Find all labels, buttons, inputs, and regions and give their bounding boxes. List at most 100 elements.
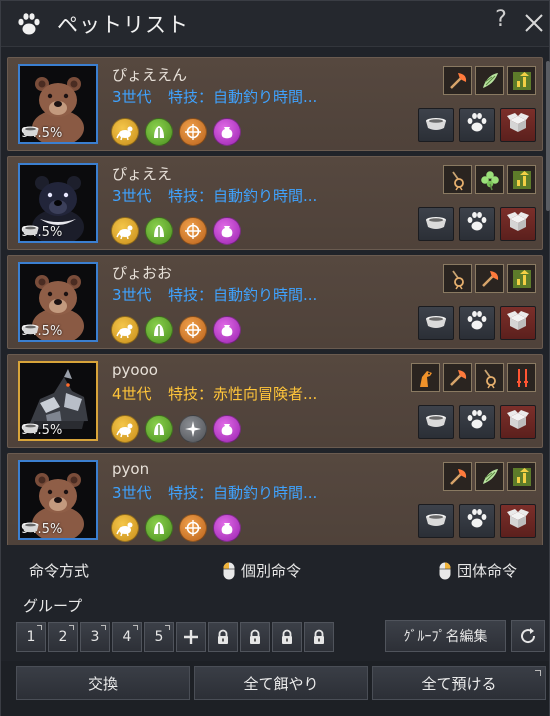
ability-icon[interactable] <box>213 514 241 542</box>
ability-icon[interactable] <box>111 118 139 146</box>
paw-icon <box>18 13 40 35</box>
pet-card[interactable]: 94.5% ぴょおお 3世代 特技：自動釣り時間... <box>7 255 543 349</box>
ability-icon[interactable] <box>179 415 207 443</box>
pet-skill: 特技：赤性向冒険者... <box>168 385 318 403</box>
help-button[interactable]: ? <box>489 7 513 37</box>
locked-slot-2 <box>240 622 270 652</box>
ability-icon[interactable] <box>145 217 173 245</box>
ability-icon[interactable] <box>111 217 139 245</box>
store-button[interactable] <box>500 108 536 142</box>
close-icon[interactable] <box>522 10 546 36</box>
refresh-button[interactable] <box>511 620 545 652</box>
command-button[interactable] <box>459 306 495 340</box>
group-command-option[interactable]: 団体命令 <box>439 560 517 581</box>
command-button[interactable] <box>459 108 495 142</box>
ability-icon[interactable] <box>179 316 207 344</box>
food-bowl-icon <box>22 423 39 434</box>
box-icon <box>505 407 531 437</box>
pet-name: ぴょええ <box>112 165 173 183</box>
ability-icon[interactable] <box>145 415 173 443</box>
ability-icon[interactable] <box>179 514 207 542</box>
ability-icons <box>111 118 241 146</box>
food-bowl-icon <box>22 324 39 335</box>
pet-generation: 3世代 <box>112 88 152 106</box>
ability-icon[interactable] <box>145 118 173 146</box>
axe-icon <box>443 66 472 95</box>
group-slot-1[interactable]: 1 <box>16 622 46 652</box>
ability-icon[interactable] <box>213 316 241 344</box>
ability-icon[interactable] <box>111 514 139 542</box>
trait-icons <box>411 363 536 392</box>
group-slot-4[interactable]: 4 <box>112 622 142 652</box>
hunger-indicator: 94.5% <box>21 422 62 438</box>
ability-icon[interactable] <box>179 118 207 146</box>
hunger-indicator: 94.5% <box>21 224 62 240</box>
feed-button[interactable] <box>418 504 454 538</box>
scrollbar[interactable] <box>546 61 550 211</box>
group-slot-3[interactable]: 3 <box>80 622 110 652</box>
mouse-right-icon <box>439 562 451 579</box>
edit-group-name-button[interactable]: ｸﾞﾙｰﾌﾟ名編集 <box>385 620 506 652</box>
window-title: ペットリスト <box>57 13 189 37</box>
ability-icons <box>111 217 241 245</box>
individual-command-option[interactable]: 個別命令 <box>223 560 301 581</box>
store-button[interactable] <box>500 405 536 439</box>
feed-button[interactable] <box>418 405 454 439</box>
group-slot-5[interactable]: 5 <box>144 622 174 652</box>
food-bowl-icon <box>22 225 39 236</box>
store-button[interactable] <box>500 207 536 241</box>
ability-icon[interactable] <box>213 415 241 443</box>
command-button[interactable] <box>459 207 495 241</box>
locked-slot-1 <box>208 622 238 652</box>
axe-icon <box>443 363 472 392</box>
ability-icon[interactable] <box>145 316 173 344</box>
ability-icons <box>111 415 241 443</box>
ability-icon[interactable] <box>145 514 173 542</box>
pet-card[interactable]: 94.5% ぴょええ 3世代 特技：自動釣り時間... <box>7 156 543 250</box>
store-button[interactable] <box>500 504 536 538</box>
store-button[interactable] <box>500 306 536 340</box>
ability-icon[interactable] <box>179 217 207 245</box>
ability-icon[interactable] <box>111 316 139 344</box>
feed-button[interactable] <box>418 207 454 241</box>
hunger-indicator: 94.5% <box>21 521 62 537</box>
level-up-icon <box>507 66 536 95</box>
exchange-button[interactable]: 交換 <box>16 666 190 700</box>
locked-slot-3 <box>272 622 302 652</box>
hunger-indicator: 94.5% <box>21 125 62 141</box>
pet-portrait[interactable]: 94.5% <box>18 361 98 441</box>
feed-button[interactable] <box>418 108 454 142</box>
pet-card[interactable]: 94.5% ぴょええん 3世代 特技：自動釣り時間... <box>7 57 543 151</box>
level-up-icon <box>507 264 536 293</box>
feed-button[interactable] <box>418 306 454 340</box>
pet-skill: 特技：自動釣り時間... <box>168 187 318 205</box>
pet-actions <box>418 504 536 538</box>
bowl-icon <box>423 209 449 239</box>
pet-portrait[interactable]: 94.5% <box>18 460 98 540</box>
pet-card[interactable]: 94.5% pyon 3世代 特技：自動釣り時間... <box>7 453 543 545</box>
ability-icon[interactable] <box>213 217 241 245</box>
feed-all-button[interactable]: 全て餌やり <box>194 666 368 700</box>
fishing-icon <box>443 264 472 293</box>
pet-portrait[interactable]: 94.5% <box>18 262 98 342</box>
individual-command-label: 個別命令 <box>241 562 302 580</box>
lock-icon <box>282 629 292 644</box>
pet-actions <box>418 207 536 241</box>
pet-portrait[interactable]: 94.5% <box>18 163 98 243</box>
fishing-icon <box>443 165 472 194</box>
command-mode-row: 命令方式 個別命令 団体命令 <box>1 553 549 587</box>
add-group-button[interactable] <box>176 622 206 652</box>
title-bar[interactable]: ペットリスト ? <box>1 1 549 47</box>
ability-icon[interactable] <box>213 118 241 146</box>
pet-name: pyooo <box>112 361 158 379</box>
ability-icon[interactable] <box>111 415 139 443</box>
level-up-icon <box>507 462 536 491</box>
food-bowl-icon <box>22 126 39 137</box>
pet-portrait[interactable]: 94.5% <box>18 64 98 144</box>
pet-card[interactable]: 94.5% pyooo 4世代 特技：赤性向冒険者... <box>7 354 543 448</box>
store-all-button[interactable]: 全て預ける <box>372 666 546 700</box>
command-button[interactable] <box>459 405 495 439</box>
pet-generation: 3世代 <box>112 286 152 304</box>
group-slot-2[interactable]: 2 <box>48 622 78 652</box>
command-button[interactable] <box>459 504 495 538</box>
